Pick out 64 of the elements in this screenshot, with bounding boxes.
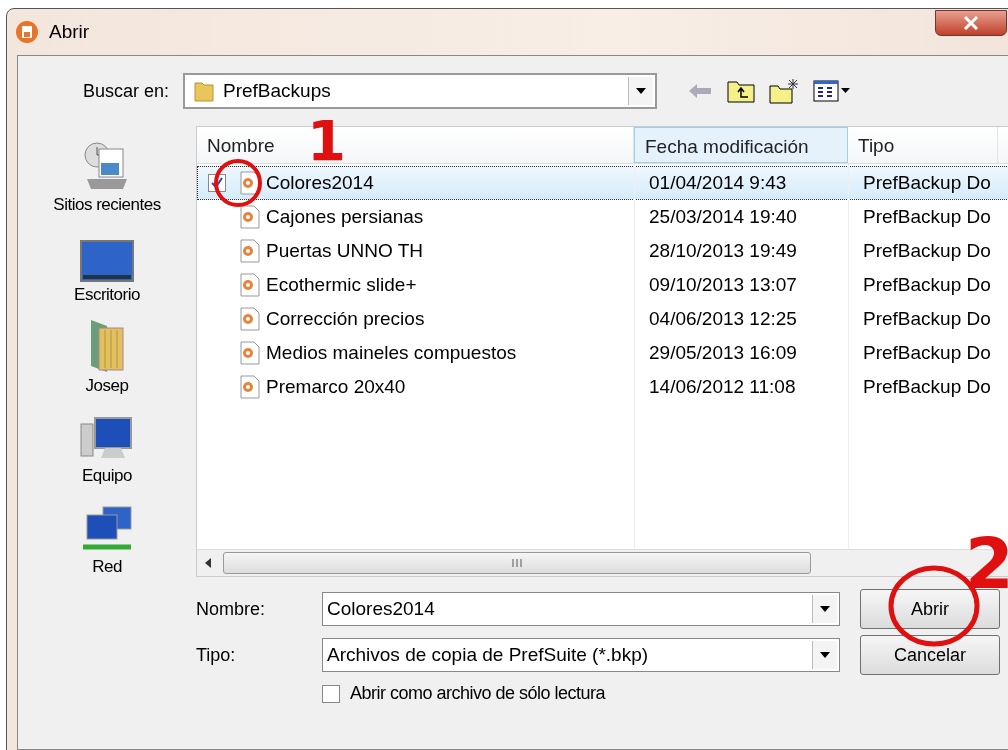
places-item[interactable]: Josep <box>85 313 129 396</box>
file-name: Cajones persianas <box>266 206 424 228</box>
look-in-label: Buscar en: <box>81 80 170 102</box>
look-in-dropdown[interactable]: PrefBackups <box>183 73 657 109</box>
file-icon <box>240 273 260 297</box>
annotation-circle <box>213 158 263 208</box>
new-folder-icon[interactable] <box>769 78 799 104</box>
file-row[interactable]: Premarco 20x40 14/06/2012 11:08 PrefBackup Do <box>197 370 1008 404</box>
file-icon <box>240 205 260 229</box>
read-only-label: Abrir como archivo de sólo lectura <box>350 683 606 704</box>
file-row[interactable]: Ecothermic slide+ 09/10/2013 13:07 PrefBackup Do <box>197 268 1008 302</box>
open-button[interactable]: Abrir <box>860 589 1000 629</box>
file-name: Ecothermic slide+ <box>266 274 417 296</box>
file-date: 01/04/2014 9:43 <box>649 172 787 194</box>
file-name-field[interactable]: Colores2014 <box>322 592 840 626</box>
column-header[interactable]: Tipo <box>858 135 895 156</box>
file-icon <box>240 171 260 195</box>
window-title: Abrir <box>49 21 90 43</box>
file-name: Premarco 20x40 <box>266 376 406 398</box>
folder-up-icon[interactable] <box>727 79 755 103</box>
file-type: PrefBackup Do <box>863 376 991 398</box>
file-icon <box>240 341 260 365</box>
file-row[interactable]: Puertas UNNO TH 28/10/2013 19:49 PrefBackup Do <box>197 234 1008 268</box>
file-name-label: Nombre: <box>196 598 267 620</box>
file-row[interactable]: Corrección precios 04/06/2013 12:25 PrefBackup Do <box>197 302 1008 336</box>
annotation-number: 1 <box>307 113 346 169</box>
file-date: 09/10/2013 13:07 <box>649 274 797 296</box>
desktop-icon <box>79 239 135 284</box>
file-name: Puertas UNNO TH <box>266 240 423 262</box>
file-row[interactable]: Cajones persianas 25/03/2014 19:40 PrefBackup Do <box>197 200 1008 234</box>
folder-icon <box>193 79 215 103</box>
column-header[interactable]: Nombre <box>207 135 275 156</box>
places-item[interactable]: Red <box>79 494 135 577</box>
file-row[interactable]: Colores2014 01/04/2014 9:43 PrefBackup Do <box>197 166 1008 200</box>
file-type: PrefBackup Do <box>863 172 991 194</box>
close-icon <box>961 16 981 30</box>
file-date: 29/05/2013 16:09 <box>649 342 797 364</box>
file-type-dropdown[interactable]: Archivos de copia de PrefSuite (*.bkp) <box>322 638 840 672</box>
file-icon <box>240 307 260 331</box>
file-name: Corrección precios <box>266 308 425 330</box>
close-button[interactable] <box>935 10 1007 36</box>
cancel-button[interactable]: Cancelar <box>860 635 1000 675</box>
file-row[interactable]: Medios maineles compuestos 29/05/2013 16:09 PrefBackup Do <box>197 336 1008 370</box>
places-item[interactable]: Sitios recientes <box>53 132 161 215</box>
view-menu-icon[interactable] <box>813 79 851 103</box>
file-date: 25/03/2014 19:40 <box>649 206 797 228</box>
file-type: PrefBackup Do <box>863 274 991 296</box>
scrollbar-thumb[interactable] <box>223 552 811 574</box>
file-type: PrefBackup Do <box>863 342 991 364</box>
file-date: 04/06/2013 12:25 <box>649 308 797 330</box>
file-type: PrefBackup Do <box>863 240 991 262</box>
file-icon <box>240 239 260 263</box>
checkbox[interactable] <box>322 684 340 703</box>
file-type: PrefBackup Do <box>863 308 991 330</box>
file-icon <box>240 375 260 399</box>
file-name: Medios maineles compuestos <box>266 342 517 364</box>
places-item[interactable]: Escritorio <box>74 222 140 306</box>
file-type: PrefBackup Do <box>863 206 991 228</box>
file-date: 14/06/2012 11:08 <box>649 376 796 398</box>
file-type-label: Tipo: <box>196 644 237 666</box>
app-icon <box>15 20 39 44</box>
places-item[interactable]: Equipo <box>79 403 135 487</box>
file-name: Colores2014 <box>266 172 374 194</box>
file-date: 28/10/2013 19:49 <box>649 240 797 262</box>
